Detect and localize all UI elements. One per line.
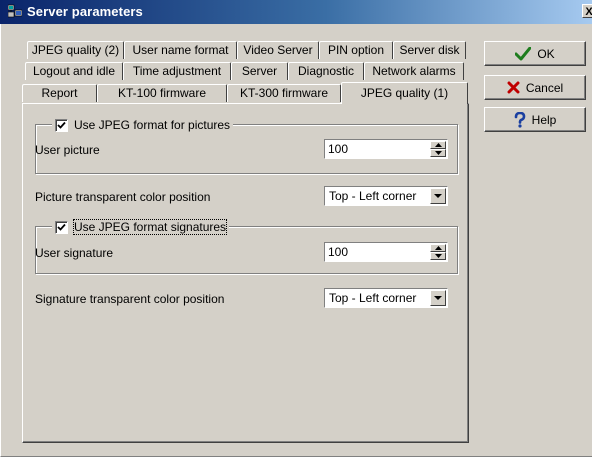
signature-transparent-value[interactable]: Top - Left corner [329, 291, 416, 305]
tab-server-disk[interactable]: Server disk [393, 41, 466, 59]
user-signature-spinner[interactable]: 100 [324, 242, 448, 262]
tab-jpeg-quality-2[interactable]: JPEG quality (2) [27, 41, 124, 59]
ok-label: OK [537, 46, 555, 61]
tab-panel: Use JPEG format for pictures User pictur… [22, 103, 469, 443]
user-signature-label: User signature [35, 246, 114, 260]
help-question-icon [514, 111, 526, 128]
tab-user-name-format[interactable]: User name format [124, 41, 237, 59]
close-button[interactable]: X [582, 4, 592, 18]
use-jpeg-signatures-label[interactable]: Use JPEG format signatures [72, 219, 228, 235]
user-picture-spinner[interactable]: 100 [324, 139, 448, 159]
use-jpeg-pictures-checkbox[interactable] [55, 118, 68, 132]
spin-down-icon[interactable] [430, 149, 446, 157]
spin-up-icon[interactable] [430, 244, 446, 252]
tab-kt-300-firmware[interactable]: KT-300 firmware [227, 84, 341, 102]
cancel-x-icon [507, 81, 520, 94]
signature-transparent-select[interactable]: Top - Left corner [324, 288, 448, 308]
signature-transparent-label: Signature transparent color position [35, 292, 225, 306]
cancel-label: Cancel [525, 80, 564, 95]
dropdown-arrow-icon[interactable] [430, 188, 446, 204]
tab-kt-100-firmware[interactable]: KT-100 firmware [97, 84, 227, 102]
checkmark-icon [57, 223, 66, 231]
tab-pin-option[interactable]: PIN option [319, 41, 393, 59]
picture-transparent-value[interactable]: Top - Left corner [329, 189, 416, 203]
spin-up-icon[interactable] [430, 141, 446, 149]
tab-server[interactable]: Server [231, 62, 288, 80]
help-button[interactable]: Help [484, 107, 586, 132]
tab-video-server[interactable]: Video Server [237, 41, 319, 59]
app-icon [7, 4, 23, 18]
cancel-button[interactable]: Cancel [484, 75, 586, 100]
title-bar: Server parameters X [0, 0, 592, 24]
help-label: Help [531, 112, 557, 127]
ok-check-icon [515, 46, 532, 61]
pictures-legend: Use JPEG format for pictures [52, 117, 234, 133]
user-signature-value[interactable]: 100 [328, 245, 348, 259]
user-picture-label: User picture [35, 143, 100, 157]
picture-transparent-select[interactable]: Top - Left corner [324, 186, 448, 206]
tab-time-adjustment[interactable]: Time adjustment [123, 62, 231, 80]
tab-report[interactable]: Report [22, 84, 97, 102]
signatures-legend: Use JPEG format signatures [52, 219, 230, 235]
ok-button[interactable]: OK [484, 41, 586, 66]
tab-network-alarms[interactable]: Network alarms [364, 62, 464, 80]
user-picture-value[interactable]: 100 [328, 142, 348, 156]
tab-diagnostic[interactable]: Diagnostic [288, 62, 364, 80]
dropdown-arrow-icon[interactable] [430, 290, 446, 306]
window-title: Server parameters [27, 4, 143, 19]
checkmark-icon [57, 121, 66, 129]
tab-logout-and-idle[interactable]: Logout and idle [25, 62, 123, 80]
spin-down-icon[interactable] [430, 252, 446, 260]
use-jpeg-pictures-label[interactable]: Use JPEG format for pictures [74, 118, 230, 132]
use-jpeg-signatures-checkbox[interactable] [55, 220, 68, 234]
picture-transparent-label: Picture transparent color position [35, 190, 211, 204]
tab-jpeg-quality-1[interactable]: JPEG quality (1) [341, 82, 468, 104]
